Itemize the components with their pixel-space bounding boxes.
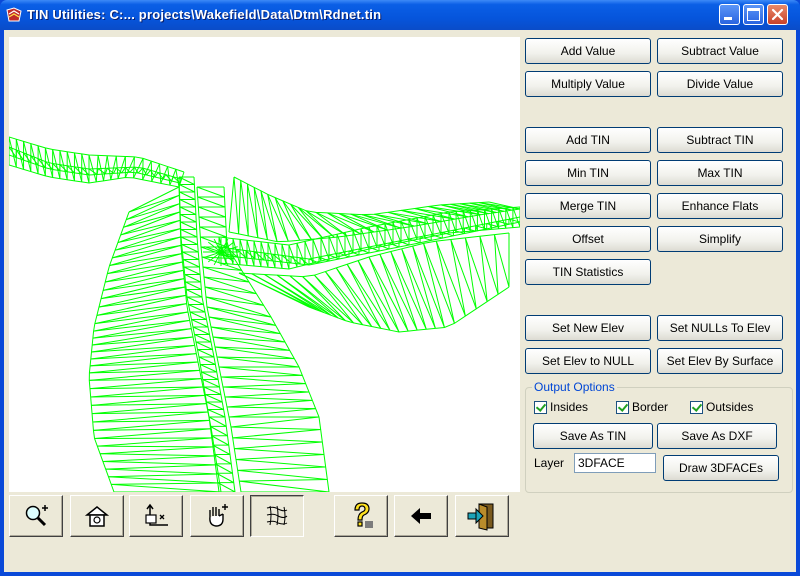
back-arrow-icon <box>411 508 431 524</box>
back-button[interactable] <box>394 495 448 537</box>
set-elev-by-surface-button[interactable]: Set Elev By Surface <box>657 348 783 374</box>
layer-input[interactable] <box>574 453 656 473</box>
tin-display-button[interactable] <box>250 495 304 537</box>
zoom-in-button[interactable] <box>9 495 63 537</box>
border-checkbox[interactable]: Border <box>616 399 668 415</box>
border-label: Border <box>632 400 669 414</box>
zoom-extents-icon <box>84 506 110 527</box>
tin-statistics-button[interactable]: TIN Statistics <box>525 259 651 285</box>
add-value-button[interactable]: Add Value <box>525 38 651 64</box>
set-nulls-to-elev-button[interactable]: Set NULLs To Elev <box>657 315 783 341</box>
hand-pan-button[interactable] <box>190 495 244 537</box>
merge-tin-button[interactable]: Merge TIN <box>525 193 651 219</box>
pan-to-point-button[interactable] <box>129 495 183 537</box>
outsides-checkbox[interactable]: Outsides <box>690 399 753 415</box>
draw-3dfaces-button[interactable]: Draw 3DFACEs <box>663 455 779 481</box>
exit-icon <box>467 503 494 531</box>
client-area: Add Value Subtract Value Multiply Value … <box>4 30 796 572</box>
app-icon[interactable] <box>6 7 22 23</box>
outsides-check-icon[interactable] <box>690 400 703 414</box>
maximize-icon <box>747 8 760 21</box>
help-icon <box>354 502 373 528</box>
simplify-button[interactable]: Simplify <box>657 226 783 252</box>
tin-viewport[interactable] <box>9 37 520 492</box>
tin-mesh-canvas[interactable] <box>9 37 520 492</box>
border-check-icon[interactable] <box>616 400 629 414</box>
enhance-flats-button[interactable]: Enhance Flats <box>657 193 783 219</box>
zoom-in-icon <box>25 505 48 527</box>
set-elev-to-null-button[interactable]: Set Elev to NULL <box>525 348 651 374</box>
insides-label: Insides <box>550 400 589 414</box>
hand-pan-icon <box>209 504 228 527</box>
help-button[interactable] <box>334 495 388 537</box>
divide-value-button[interactable]: Divide Value <box>657 71 783 97</box>
app-window: TIN Utilities: C:... projects\Wakefield\… <box>0 0 800 576</box>
window-title: TIN Utilities: C:... projects\Wakefield\… <box>27 7 382 22</box>
insides-checkbox[interactable]: Insides <box>534 399 588 415</box>
tin-display-icon <box>266 505 288 526</box>
minimize-button[interactable] <box>719 4 740 25</box>
add-tin-button[interactable]: Add TIN <box>525 127 651 153</box>
layer-label: Layer <box>534 456 565 470</box>
min-tin-button[interactable]: Min TIN <box>525 160 651 186</box>
set-new-elev-button[interactable]: Set New Elev <box>525 315 651 341</box>
zoom-extents-button[interactable] <box>70 495 124 537</box>
close-button[interactable] <box>767 4 788 25</box>
subtract-tin-button[interactable]: Subtract TIN <box>657 127 783 153</box>
insides-check-icon[interactable] <box>534 400 547 414</box>
subtract-value-button[interactable]: Subtract Value <box>657 38 783 64</box>
output-options-title: Output Options <box>532 380 617 394</box>
max-tin-button[interactable]: Max TIN <box>657 160 783 186</box>
minimize-icon <box>724 17 732 20</box>
save-as-dxf-button[interactable]: Save As DXF <box>657 423 777 449</box>
outsides-label: Outsides <box>706 400 754 414</box>
title-bar[interactable]: TIN Utilities: C:... projects\Wakefield\… <box>0 0 800 30</box>
multiply-value-button[interactable]: Multiply Value <box>525 71 651 97</box>
save-as-tin-button[interactable]: Save As TIN <box>533 423 653 449</box>
exit-button[interactable] <box>455 495 509 537</box>
offset-button[interactable]: Offset <box>525 226 651 252</box>
pan-to-point-icon <box>145 503 168 526</box>
close-icon <box>771 8 784 21</box>
window-frame-bottom <box>0 572 800 576</box>
maximize-button[interactable] <box>743 4 764 25</box>
